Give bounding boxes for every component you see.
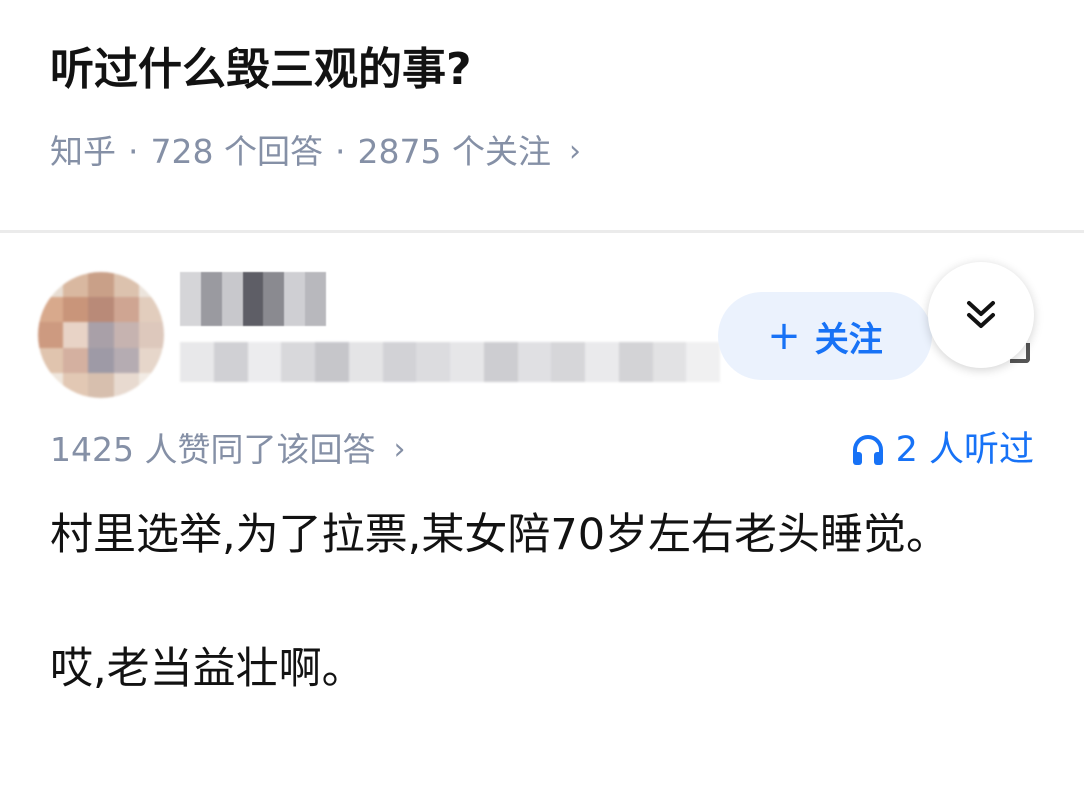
plus-icon: + (767, 313, 801, 359)
answer-content: 村里选举,为了拉票,某女陪70岁左右老头睡觉。 哎,老当益壮啊。 (50, 500, 1050, 704)
separator-dot: · (128, 132, 139, 171)
listen-button[interactable]: 2 人听过 (850, 424, 1034, 476)
double-chevron-down-icon (967, 301, 995, 328)
answer-paragraph: 村里选举,为了拉票,某女陪70岁左右老头睡觉。 (50, 510, 950, 560)
chevron-right-icon: › (568, 134, 581, 169)
chevron-right-icon: › (393, 432, 406, 467)
collapse-button[interactable] (928, 262, 1034, 368)
question-title[interactable]: 听过什么毁三观的事? (50, 38, 472, 102)
answer-paragraph: 哎,老当益壮啊。 (50, 644, 365, 694)
answer-count: 728 个回答 (150, 132, 323, 171)
vote-count-text: 1425 人赞同了该回答 (50, 430, 376, 469)
question-meta[interactable]: 知乎 · 728 个回答 · 2875 个关注 › (50, 126, 581, 178)
follow-button[interactable]: + 关注 (718, 292, 932, 380)
follow-label: 关注 (814, 319, 883, 360)
source-label: 知乎 (50, 132, 116, 171)
headphones-icon (852, 435, 883, 465)
avatar[interactable] (38, 272, 164, 398)
zhihu-answer-page: 听过什么毁三观的事? 知乎 · 728 个回答 · 2875 个关注 › + 关… (0, 0, 1084, 811)
vote-count-link[interactable]: 1425 人赞同了该回答 › (50, 424, 405, 476)
author-name-redacted[interactable] (180, 272, 327, 326)
follower-count: 2875 个关注 (357, 132, 551, 171)
section-divider (0, 230, 1084, 233)
listen-count-text: 2 人听过 (895, 430, 1034, 470)
author-bio-redacted (180, 342, 720, 382)
separator-dot: · (334, 132, 346, 171)
